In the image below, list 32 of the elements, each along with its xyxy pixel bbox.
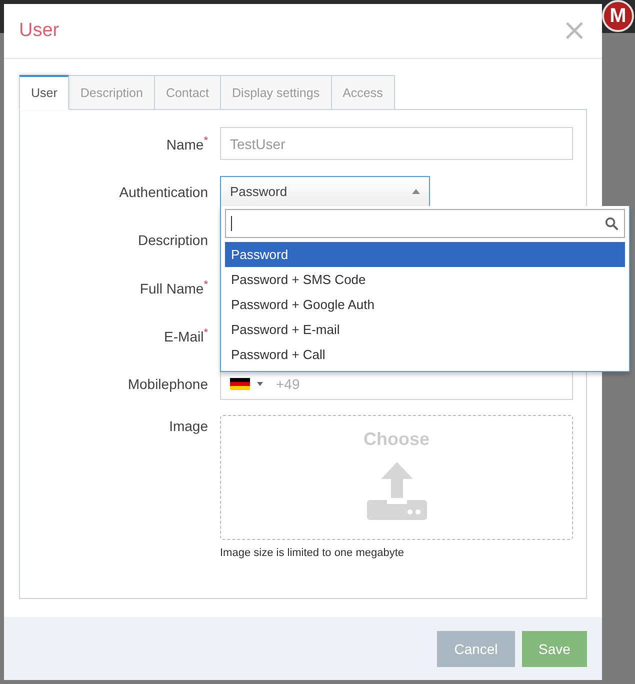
field-label: Full Name$^{*}$: [138, 278, 209, 296]
dialog-title: User: [19, 20, 60, 42]
tab[interactable]: Access: [332, 75, 395, 110]
field-label: Authentication: [118, 184, 209, 200]
tab[interactable]: Description: [69, 75, 155, 110]
field-label: Description: [136, 232, 209, 248]
field-label: Name$^{*}$: [165, 134, 209, 152]
caret-icon: [412, 189, 420, 194]
save-button[interactable]: Save: [522, 630, 587, 666]
caret-icon: [257, 382, 263, 386]
dropdown-option[interactable]: Password + E-mail: [225, 317, 625, 342]
field-label: Image: [168, 417, 209, 434]
avatar[interactable]: M: [602, 0, 634, 32]
search-field[interactable]: [225, 209, 625, 238]
upload-icon: [366, 462, 426, 520]
dropdown-option[interactable]: Password + SMS Code: [225, 267, 625, 292]
cancel-button[interactable]: Cancel: [437, 630, 515, 666]
search-icon: [605, 217, 618, 230]
field-label: E-Mail$^{*}$: [163, 326, 209, 344]
dropdown-option[interactable]: Password + Google Auth: [225, 292, 625, 317]
field-label: Mobilephone: [126, 376, 209, 392]
flag-icon: [230, 378, 250, 390]
tab[interactable]: Contact: [154, 75, 222, 110]
image-size-note: Image size is limited to one megabyte: [220, 547, 406, 559]
dropdown-option[interactable]: Password: [225, 242, 625, 267]
close-button[interactable]: ×: [562, 16, 587, 46]
authentication-select[interactable]: Password: [220, 176, 430, 207]
name-field[interactable]: TestUser: [220, 127, 573, 160]
phone-placeholder: +49: [276, 376, 300, 392]
tab[interactable]: Display settings: [221, 75, 332, 110]
dropdown-option[interactable]: Password + Call: [225, 342, 625, 367]
tab[interactable]: User: [19, 75, 70, 110]
